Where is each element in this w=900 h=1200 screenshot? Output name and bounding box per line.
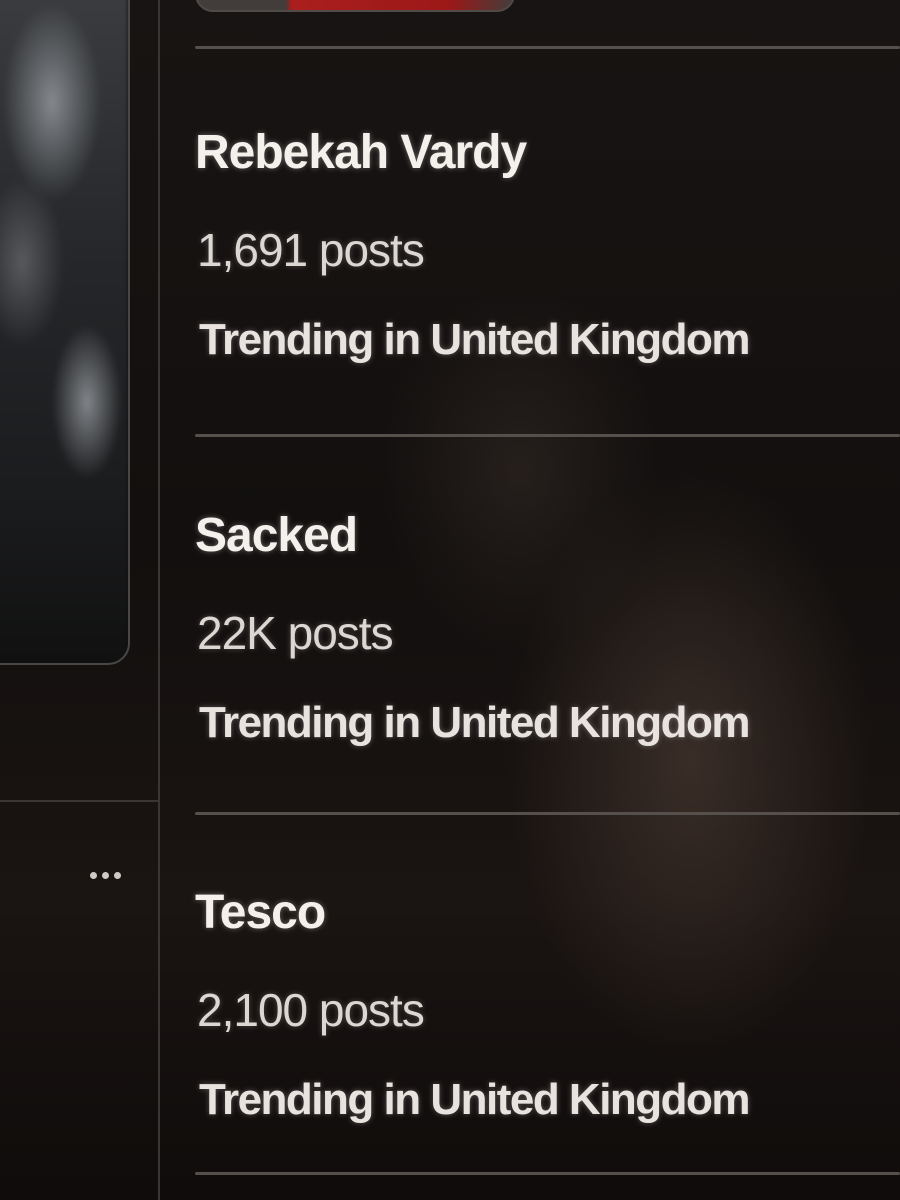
trend-title[interactable]: Sacked bbox=[195, 508, 358, 563]
screen: Rebekah Vardy 1,691 posts Trending in Un… bbox=[0, 0, 900, 1200]
divider bbox=[195, 1172, 900, 1175]
trend-post-count: 22K posts bbox=[197, 607, 394, 659]
media-card[interactable] bbox=[0, 0, 130, 665]
trend-post-count: 2,100 posts bbox=[197, 984, 425, 1036]
more-options-button[interactable] bbox=[80, 860, 130, 890]
previous-item-thumbnail[interactable] bbox=[195, 0, 515, 12]
trend-title[interactable]: Tesco bbox=[195, 885, 326, 940]
divider bbox=[195, 46, 900, 49]
timeline-divider bbox=[0, 800, 160, 802]
trend-item[interactable]: Rebekah Vardy 1,691 posts Trending in Un… bbox=[195, 125, 895, 455]
divider bbox=[195, 812, 900, 815]
trend-context: Trending in United Kingdom bbox=[199, 315, 751, 364]
trend-post-count: 1,691 posts bbox=[197, 224, 425, 276]
trend-context: Trending in United Kingdom bbox=[199, 1075, 751, 1124]
trend-title[interactable]: Rebekah Vardy bbox=[195, 125, 527, 180]
timeline-column bbox=[0, 0, 160, 1200]
more-horizontal-icon bbox=[89, 871, 97, 879]
media-image[interactable] bbox=[0, 0, 128, 663]
more-horizontal-icon-dot bbox=[101, 871, 109, 879]
trend-item[interactable]: Tesco 2,100 posts Trending in United Kin… bbox=[195, 885, 895, 1200]
divider bbox=[195, 434, 900, 437]
trend-context: Trending in United Kingdom bbox=[199, 698, 751, 747]
more-horizontal-icon-dot bbox=[113, 871, 121, 879]
trends-panel: Rebekah Vardy 1,691 posts Trending in Un… bbox=[175, 0, 900, 1200]
trend-item[interactable]: Sacked 22K posts Trending in United King… bbox=[195, 508, 895, 838]
